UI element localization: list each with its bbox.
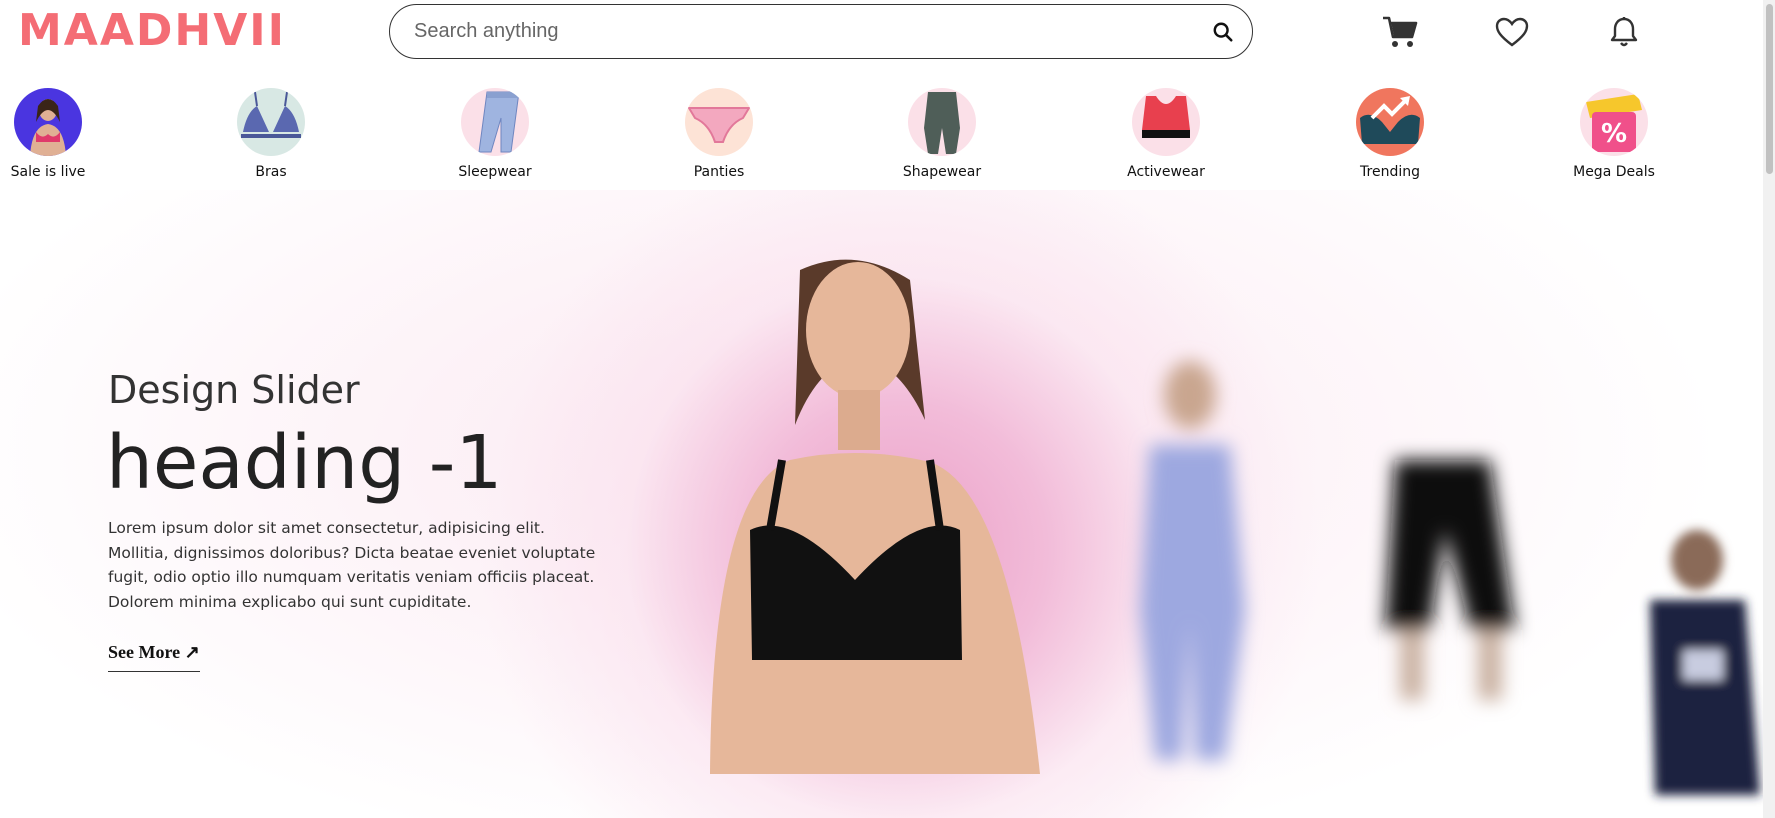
hero-subtitle: Design Slider — [108, 368, 360, 412]
sports-bra-icon — [1132, 88, 1200, 156]
category-label: Trending — [1360, 164, 1420, 180]
panty-icon — [685, 88, 753, 156]
search-input[interactable] — [414, 5, 1208, 58]
scrollbar-thumb[interactable] — [1766, 4, 1773, 174]
category-bras[interactable]: Bras — [211, 88, 331, 180]
hero-description: Lorem ipsum dolor sit amet consectetur, … — [108, 519, 596, 611]
discount-tag-icon: % — [1580, 88, 1648, 156]
search-icon[interactable] — [1208, 17, 1238, 47]
category-activewear[interactable]: Activewear — [1106, 88, 1226, 180]
category-trending[interactable]: Trending — [1330, 88, 1450, 180]
blurred-capri-image — [1385, 460, 1515, 700]
blurred-tee-image — [1650, 530, 1760, 795]
hero-slider: Design Slider heading -1 Lorem ipsum dol… — [0, 190, 1775, 818]
category-sale-is-live[interactable]: Sale is live — [0, 88, 108, 180]
category-label: Shapewear — [902, 164, 982, 180]
header: MAADHVII — [0, 0, 1775, 78]
category-panties[interactable]: Panties — [659, 88, 779, 180]
category-mega-deals[interactable]: % Mega Deals — [1554, 88, 1674, 180]
category-shapewear[interactable]: Shapewear — [882, 88, 1002, 180]
heart-icon[interactable] — [1492, 14, 1532, 50]
hero-heading: heading -1 — [106, 420, 503, 506]
logo[interactable]: MAADHVII — [18, 6, 286, 56]
category-label: Sleepwear — [458, 164, 532, 180]
search-bar — [389, 4, 1253, 59]
category-label: Panties — [693, 164, 745, 180]
page-scrollbar[interactable] — [1763, 0, 1775, 818]
category-label: Sale is live — [10, 164, 86, 180]
model-photo-icon — [14, 88, 82, 156]
bra-icon — [237, 88, 305, 156]
category-label: Bras — [255, 164, 287, 180]
category-sleepwear[interactable]: Sleepwear — [435, 88, 555, 180]
svg-text:%: % — [1601, 119, 1627, 149]
category-label: Mega Deals — [1573, 164, 1655, 180]
cart-icon[interactable] — [1380, 14, 1420, 50]
see-more-link[interactable]: See More ↗ — [108, 642, 200, 672]
bell-icon[interactable] — [1604, 14, 1644, 50]
model-image — [710, 259, 1040, 774]
trending-icon — [1356, 88, 1424, 156]
category-label: Activewear — [1127, 164, 1205, 180]
blurred-pajama-image — [1140, 361, 1245, 760]
pajama-icon — [461, 88, 529, 156]
category-strip: Sale is live Bras Sleepwear Panties Shap… — [0, 88, 1775, 184]
shapewear-icon — [908, 88, 976, 156]
